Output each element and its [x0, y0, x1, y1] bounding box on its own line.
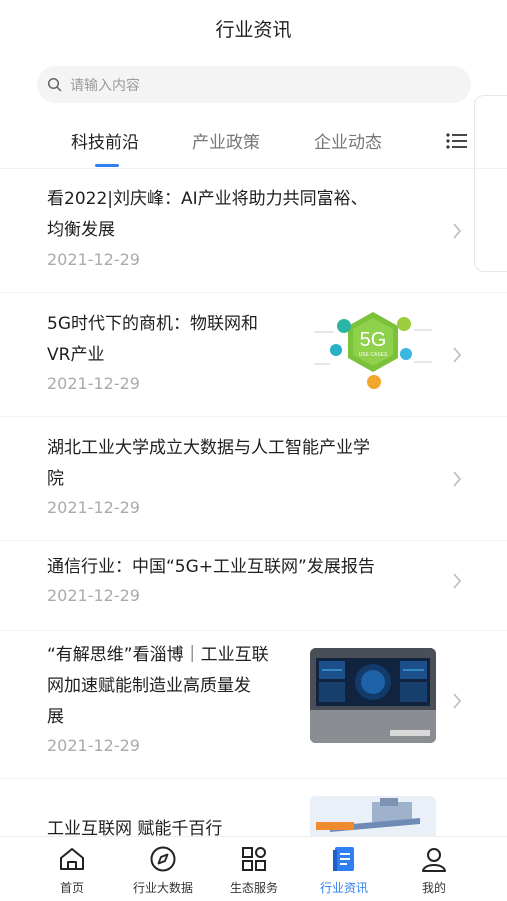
- thumb-use-cases-text: USE CASES: [359, 352, 388, 358]
- nav-eco-services-label: 生态服务: [229, 881, 278, 895]
- article-title-line: 湖北工业大学成立大数据与人工智能产业学: [47, 438, 370, 458]
- chevron-right-icon: [453, 693, 462, 709]
- article-item[interactable]: 通信行业：中国“5G+工业互联网”发展报告 2021-12-29: [0, 540, 507, 631]
- chevron-right-icon: [453, 573, 462, 589]
- article-thumbnail-industrial: [310, 796, 436, 836]
- tab-tech-frontier[interactable]: 科技前沿: [71, 128, 139, 153]
- article-thumbnail-5g: 5G USE CASES: [310, 302, 436, 397]
- article-item[interactable]: 工业互联网 赋能千百行: [0, 778, 507, 839]
- article-title-line: 展: [47, 707, 64, 727]
- article-date: 2021-12-29: [47, 250, 140, 269]
- thumb-5g-text: 5G: [360, 329, 387, 351]
- article-title: 看2022|刘庆峰：AI产业将助力共同富裕、 均衡发展: [47, 184, 368, 246]
- page-title: 行业资讯: [215, 18, 292, 41]
- chevron-right-icon: [453, 471, 462, 487]
- search-bar[interactable]: 请输入内容: [37, 66, 471, 103]
- news-icon: [333, 847, 354, 871]
- compass-icon: [150, 846, 176, 872]
- chevron-right-icon: [453, 223, 462, 239]
- home-icon: [60, 848, 84, 870]
- article-title: 通信行业：中国“5G+工业互联网”发展报告: [47, 552, 375, 583]
- article-title-line: 网加速赋能制造业高质量发: [47, 676, 251, 696]
- industrial-conveyor-graphic: [310, 796, 436, 836]
- nav-eco-services[interactable]: 生态服务: [209, 837, 299, 901]
- nav-industry-news[interactable]: 行业资讯: [299, 837, 389, 901]
- article-title-line: 均衡发展: [47, 220, 115, 240]
- article-title-line: 院: [47, 469, 64, 489]
- bottom-navigation: 首页 行业大数据 生态服务 行业资讯 我的: [0, 836, 507, 901]
- category-tabs: 科技前沿 产业政策 企业动态: [0, 116, 507, 169]
- article-title-line: 看2022|刘庆峰：AI产业将助力共同富裕、: [47, 189, 368, 209]
- active-tab-indicator: [95, 164, 119, 167]
- article-item[interactable]: 湖北工业大学成立大数据与人工智能产业学 院 2021-12-29: [0, 416, 507, 541]
- nav-home[interactable]: 首页: [27, 837, 117, 901]
- user-icon: [422, 848, 446, 872]
- article-title: “有解思维”看淄博｜工业互联 网加速赋能制造业高质量发 展: [47, 640, 269, 733]
- control-room-screen-graphic: [310, 648, 436, 743]
- article-item[interactable]: 5G时代下的商机：物联网和 VR产业 2021-12-29 5G USE CAS…: [0, 292, 507, 417]
- tab-company-news[interactable]: 企业动态: [314, 128, 382, 153]
- article-title-line: 5G时代下的商机：物联网和: [47, 314, 258, 334]
- tab-industry-policy[interactable]: 产业政策: [192, 128, 260, 153]
- search-placeholder: 请输入内容: [70, 77, 140, 94]
- article-thumbnail-control-room: [310, 648, 436, 743]
- article-date: 2021-12-29: [47, 586, 140, 605]
- nav-mine[interactable]: 我的: [389, 837, 479, 901]
- nav-industry-news-label: 行业资讯: [319, 881, 368, 895]
- article-title-line: 通信行业：中国“5G+工业互联网”发展报告: [47, 557, 375, 577]
- article-date: 2021-12-29: [47, 736, 140, 755]
- search-icon: [47, 77, 62, 92]
- nav-industry-data-label: 行业大数据: [132, 881, 193, 895]
- article-date: 2021-12-29: [47, 374, 140, 393]
- article-item[interactable]: “有解思维”看淄博｜工业互联 网加速赋能制造业高质量发 展 2021-12-29: [0, 630, 507, 779]
- nav-industry-data[interactable]: 行业大数据: [118, 837, 208, 901]
- article-title-line: VR产业: [47, 345, 105, 365]
- article-date: 2021-12-29: [47, 498, 140, 517]
- article-item[interactable]: 看2022|刘庆峰：AI产业将助力共同富裕、 均衡发展 2021-12-29: [0, 170, 507, 293]
- grid-icon: [242, 847, 266, 871]
- nav-mine-label: 我的: [421, 881, 446, 895]
- list-menu-icon[interactable]: [446, 132, 468, 150]
- nav-home-label: 首页: [59, 881, 84, 895]
- article-title: 湖北工业大学成立大数据与人工智能产业学 院: [47, 433, 370, 495]
- article-title-line: “有解思维”看淄博｜工业互联: [47, 645, 269, 665]
- article-title: 5G时代下的商机：物联网和 VR产业: [47, 309, 258, 371]
- title-bar: 行业资讯: [0, 0, 507, 56]
- 5g-use-cases-graphic: 5G USE CASES: [314, 312, 432, 389]
- chevron-right-icon: [453, 347, 462, 363]
